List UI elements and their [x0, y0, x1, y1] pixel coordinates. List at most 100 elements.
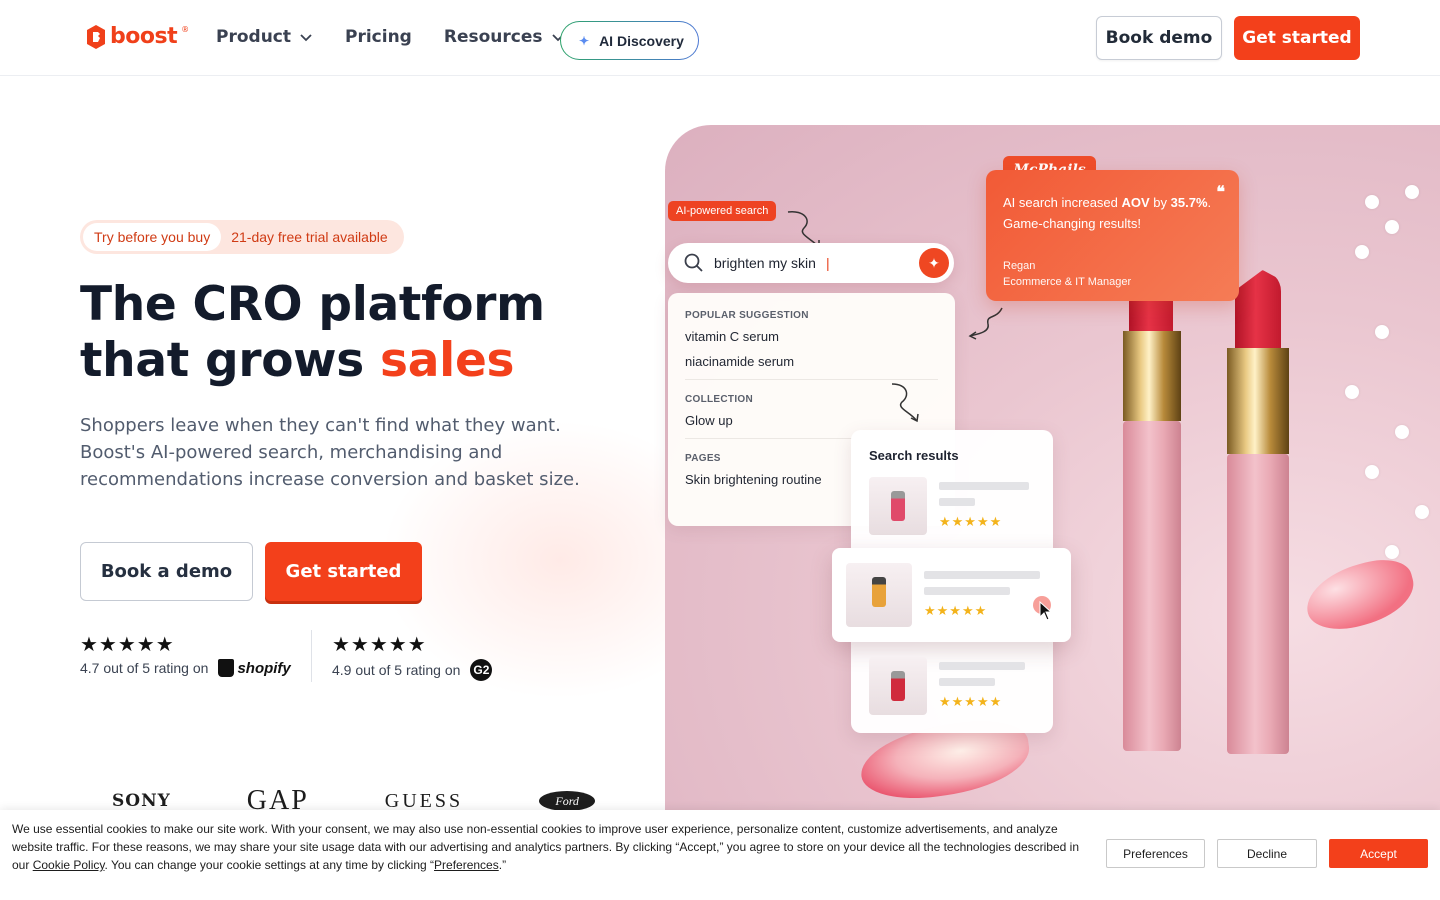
product-rating-stars: ★★★★★	[939, 514, 1003, 529]
placeholder-bar	[939, 482, 1029, 490]
headline-line-1: The CRO platform	[80, 277, 545, 332]
nav-resources-label: Resources	[443, 27, 543, 47]
preferences-link[interactable]: Preferences	[434, 858, 499, 872]
flower-blossom	[1415, 505, 1429, 519]
rating-divider	[311, 630, 312, 682]
review-author: Regan Ecommerce & IT Manager	[1003, 258, 1131, 290]
nav-product[interactable]: Product	[216, 27, 313, 47]
placeholder-bar	[924, 587, 1010, 595]
nav-pricing[interactable]: Pricing	[345, 27, 412, 47]
review-text: AI search increased AOV by 35.7%. Game-c…	[1003, 192, 1222, 234]
search-result-row: ★★★★★	[846, 563, 1040, 627]
headline-line-2-prefix: that grows	[80, 333, 381, 388]
cookie-text-part2: . You can change your cookie settings at…	[104, 858, 435, 872]
shopify-rating: ★★★★★ 4.7 out of 5 rating on shopify	[80, 632, 291, 677]
placeholder-bar	[939, 662, 1025, 670]
ai-discovery-button[interactable]: ✦ AI Discovery	[560, 21, 699, 60]
nav-pricing-label: Pricing	[345, 27, 412, 47]
ai-powered-search-tag: AI-powered search	[668, 201, 777, 221]
cookie-text: We use essential cookies to make our sit…	[12, 820, 1082, 874]
flower-blossom	[1405, 185, 1419, 199]
flower-blossom	[1355, 245, 1369, 259]
flower-blossom	[1365, 195, 1379, 209]
suggestion-heading: POPULAR SUGGESTION	[685, 310, 809, 321]
cookie-banner: We use essential cookies to make our sit…	[0, 810, 1440, 900]
boost-logo-icon	[87, 24, 105, 49]
headline-accent: sales	[380, 333, 515, 388]
shopify-logo: shopify	[218, 659, 291, 677]
sparkle-icon: ✦	[579, 33, 590, 48]
product-rating-stars: ★★★★★	[939, 694, 1003, 709]
review-author-name: Regan	[1003, 260, 1036, 272]
text-caret: |	[825, 255, 830, 271]
logo-text: boost	[110, 24, 178, 49]
suggestion-item: niacinamide serum	[685, 354, 795, 369]
suggestion-item: vitamin C serum	[685, 329, 779, 344]
flower-blossom	[1375, 325, 1389, 339]
book-a-demo-button[interactable]: Book a demo	[80, 542, 253, 601]
cookie-preferences-button[interactable]: Preferences	[1106, 839, 1205, 868]
review-text-prefix: AI search increased	[1003, 195, 1122, 210]
hero-headline: The CRO platform that grows sales	[80, 277, 545, 389]
demo-search-bar: brighten my skin | ✦	[668, 243, 954, 283]
sparkle-search-icon: ✦	[919, 248, 949, 278]
placeholder-bar	[924, 571, 1040, 579]
cookie-accept-button[interactable]: Accept	[1329, 839, 1428, 868]
header-get-started-button[interactable]: Get started	[1234, 16, 1360, 60]
flower-blossom	[1385, 545, 1399, 559]
flower-blossom	[1365, 465, 1379, 479]
sony-logo: SONY	[112, 791, 171, 811]
placeholder-bar	[939, 678, 995, 686]
trial-badge-inner: Try before you buy	[83, 223, 222, 251]
ford-logo: Ford	[539, 791, 596, 811]
nav-resources[interactable]: Resources	[444, 27, 565, 47]
product-thumbnail	[869, 657, 927, 715]
main-nav: Product Pricing Resources	[216, 27, 565, 47]
review-value: 35.7%	[1170, 195, 1208, 210]
divider	[685, 379, 938, 380]
cookie-policy-link[interactable]: Cookie Policy	[33, 858, 105, 872]
product-thumbnail	[846, 563, 912, 627]
site-header: boost ® Product Pricing Resources ✦ AI D…	[0, 0, 1440, 76]
hero-subtext: Shoppers leave when they can't find what…	[80, 415, 580, 490]
nav-product-label: Product	[216, 27, 291, 47]
rating-stars: ★★★★★	[332, 634, 427, 656]
search-icon	[684, 253, 703, 272]
placeholder-bar	[939, 498, 975, 506]
curly-arrow-icon	[891, 383, 919, 423]
shopify-bag-icon	[218, 659, 235, 677]
cookie-decline-button[interactable]: Decline	[1217, 839, 1317, 868]
quote-icon: ❝	[1216, 184, 1225, 201]
trial-badge-text: 21-day free trial available	[231, 229, 388, 245]
search-result-row: ★★★★★	[869, 657, 1025, 715]
mouse-pointer-icon	[1039, 601, 1053, 621]
g2-rating: ★★★★★ 4.9 out of 5 rating on G2	[332, 632, 493, 681]
logo-registered-mark: ®	[181, 25, 189, 34]
rating-text: 4.9 out of 5 rating on	[332, 662, 461, 678]
review-text-suffix: .	[1207, 195, 1212, 210]
review-author-title: Ecommerce & IT Manager	[1003, 276, 1132, 288]
book-demo-button[interactable]: Book demo	[1096, 16, 1222, 60]
cookie-text-part3: .”	[498, 858, 507, 872]
review-text-line2: Game-changing results!	[1003, 216, 1142, 231]
flower-blossom	[1345, 385, 1359, 399]
review-metric: AOV	[1121, 195, 1150, 210]
product-rating-stars: ★★★★★	[924, 603, 988, 618]
rose-petal	[1299, 551, 1421, 639]
search-results-heading: Search results	[869, 448, 959, 463]
search-result-row: ★★★★★	[869, 477, 1029, 535]
ai-discovery-label: AI Discovery	[599, 32, 684, 49]
chevron-down-icon	[300, 34, 312, 42]
flower-blossom	[1395, 425, 1409, 439]
curly-arrow-icon	[968, 307, 1003, 340]
search-query: brighten my skin	[714, 255, 816, 271]
hero-get-started-button[interactable]: Get started	[265, 542, 422, 601]
product-thumbnail	[869, 477, 927, 535]
flower-blossom	[1385, 220, 1399, 234]
rating-text: 4.7 out of 5 rating on	[80, 660, 209, 676]
customer-review-card: ❝ AI search increased AOV by 35.7%. Game…	[986, 170, 1239, 301]
boost-logo[interactable]: boost ®	[86, 24, 189, 49]
g2-logo-icon: G2	[470, 659, 493, 681]
review-text-mid: by	[1149, 195, 1171, 210]
shopify-logo-text: shopify	[237, 659, 291, 677]
